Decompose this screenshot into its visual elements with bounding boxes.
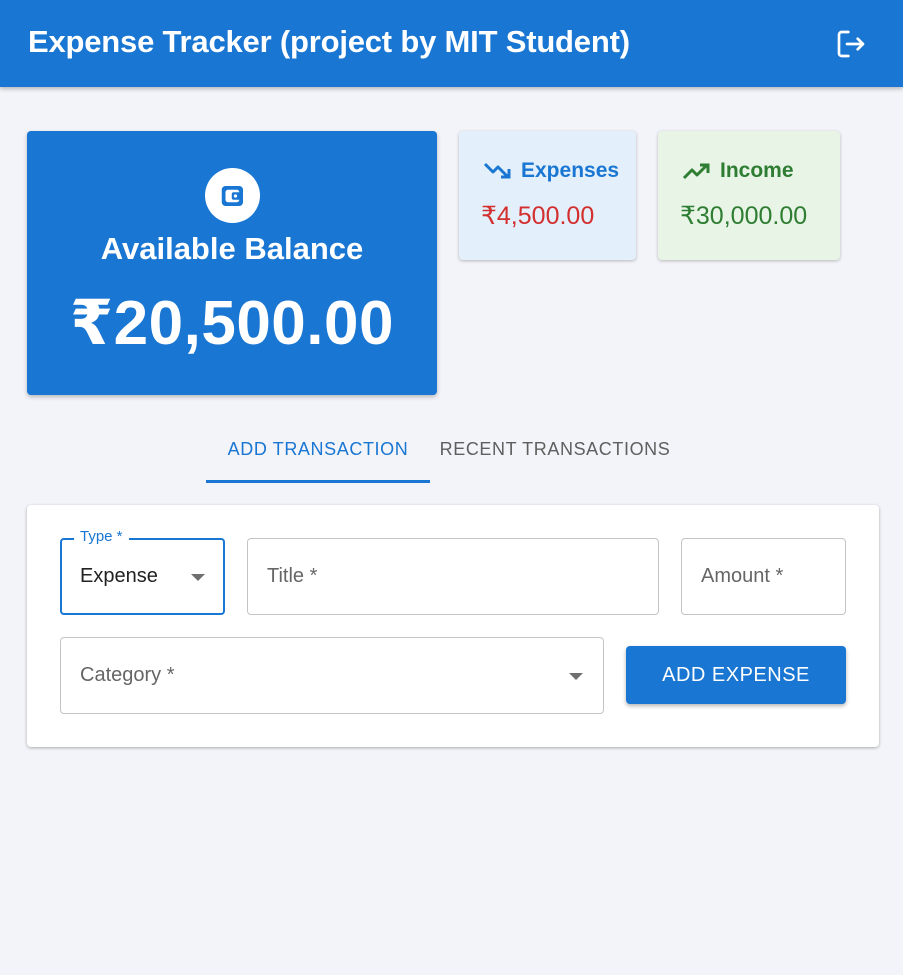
amount-input[interactable]: Amount *	[681, 538, 846, 615]
category-dropdown-icon	[569, 672, 583, 680]
add-expense-button[interactable]: ADD EXPENSE	[626, 646, 846, 704]
app-bar: Expense Tracker (project by MIT Student)	[0, 0, 903, 87]
trending-down-icon	[483, 160, 513, 182]
category-placeholder: Category *	[80, 664, 175, 686]
expenses-heading: Expenses	[483, 159, 619, 183]
income-card: Income ₹30,000.00	[658, 131, 840, 260]
tab-recent-transactions[interactable]: RECENT TRANSACTIONS	[430, 418, 680, 480]
logout-button[interactable]	[832, 26, 870, 62]
income-value: ₹30,000.00	[680, 202, 808, 230]
expenses-label: Expenses	[521, 159, 620, 182]
trending-up-icon	[682, 160, 712, 182]
category-select[interactable]: Category *	[60, 637, 604, 714]
income-label: Income	[720, 159, 794, 182]
type-select[interactable]: Type * Expense	[60, 528, 225, 615]
tab-add-transaction[interactable]: ADD TRANSACTION	[206, 418, 430, 480]
wallet-icon	[221, 185, 243, 206]
type-value: Expense	[80, 565, 158, 587]
logout-icon	[837, 30, 865, 58]
expenses-card: Expenses ₹4,500.00	[459, 131, 636, 260]
balance-amount: ₹20,500.00	[70, 289, 394, 358]
active-tab-indicator	[206, 480, 430, 483]
app-title: Expense Tracker (project by MIT Student)	[28, 24, 630, 59]
expenses-value: ₹4,500.00	[481, 202, 595, 230]
amount-placeholder: Amount *	[701, 565, 784, 587]
balance-label: Available Balance	[100, 231, 364, 266]
wallet-icon-circle	[205, 168, 260, 223]
available-balance-card: Available Balance ₹20,500.00	[27, 131, 437, 395]
add-transaction-form: Type * Expense Title * Amount * Category…	[27, 505, 879, 747]
type-dropdown-icon	[191, 573, 205, 581]
title-input[interactable]: Title *	[247, 538, 659, 615]
title-placeholder: Title *	[267, 565, 318, 587]
income-heading: Income	[682, 159, 794, 183]
